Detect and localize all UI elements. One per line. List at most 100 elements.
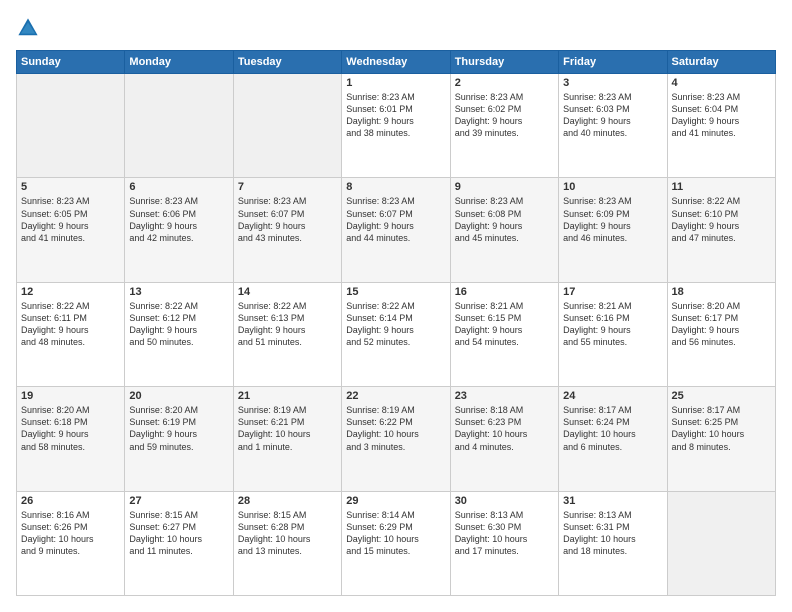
day-number: 29 — [346, 495, 445, 507]
calendar-cell: 20 Sunrise: 8:20 AM Sunset: 6:19 PM Dayli… — [125, 387, 233, 491]
calendar-cell: 28Sunrise: 8:15 AM Sunset: 6:28 PM Dayli… — [233, 491, 341, 595]
calendar-header-monday: Monday — [125, 51, 233, 74]
day-info: Sunrise: 8:15 AM Sunset: 6:27 PM Dayligh… — [129, 509, 228, 558]
calendar-cell — [667, 491, 775, 595]
day-number: 4 — [672, 77, 771, 89]
day-info: Sunrise: 8:23 AM Sunset: 6:07 PM Dayligh… — [238, 195, 337, 244]
calendar-cell: 7 Sunrise: 8:23 AM Sunset: 6:07 PM Daylig… — [233, 178, 341, 282]
calendar-cell: 9Sunrise: 8:23 AM Sunset: 6:08 PM Daylig… — [450, 178, 558, 282]
day-info: Sunrise: 8:22 AM Sunset: 6:13 PM Dayligh… — [238, 300, 337, 349]
day-info: Sunrise: 8:23 AM Sunset: 6:01 PM Dayligh… — [346, 91, 445, 140]
header — [16, 16, 776, 40]
calendar-week-row: 5Sunrise: 8:23 AM Sunset: 6:05 PM Daylig… — [17, 178, 776, 282]
calendar-header-friday: Friday — [559, 51, 667, 74]
calendar-cell: 31Sunrise: 8:13 AM Sunset: 6:31 PM Dayli… — [559, 491, 667, 595]
day-number: 17 — [563, 286, 662, 298]
day-info: Sunrise: 8:14 AM Sunset: 6:29 PM Dayligh… — [346, 509, 445, 558]
day-number: 3 — [563, 77, 662, 89]
day-number: 9 — [455, 181, 554, 193]
day-number: 13 — [129, 286, 228, 298]
day-info: Sunrise: 8:15 AM Sunset: 6:28 PM Dayligh… — [238, 509, 337, 558]
day-info: Sunrise: 8:20 AM Sunset: 6:18 PM Dayligh… — [21, 404, 120, 453]
calendar-cell: 2Sunrise: 8:23 AM Sunset: 6:02 PM Daylig… — [450, 74, 558, 178]
day-number: 8 — [346, 181, 445, 193]
day-number: 30 — [455, 495, 554, 507]
calendar-cell: 14Sunrise: 8:22 AM Sunset: 6:13 PM Dayli… — [233, 282, 341, 386]
day-info: Sunrise: 8:22 AM Sunset: 6:12 PM Dayligh… — [129, 300, 228, 349]
day-number: 5 — [21, 181, 120, 193]
day-number: 1 — [346, 77, 445, 89]
calendar-header-wednesday: Wednesday — [342, 51, 450, 74]
calendar-week-row: 26Sunrise: 8:16 AM Sunset: 6:26 PM Dayli… — [17, 491, 776, 595]
calendar-cell: 5Sunrise: 8:23 AM Sunset: 6:05 PM Daylig… — [17, 178, 125, 282]
day-number: 20 — [129, 390, 228, 402]
calendar-cell: 6 Sunrise: 8:23 AM Sunset: 6:06 PM Daylig… — [125, 178, 233, 282]
day-number: 6 — [129, 181, 228, 193]
calendar-cell: 3 Sunrise: 8:23 AM Sunset: 6:03 PM Daylig… — [559, 74, 667, 178]
calendar-table: SundayMondayTuesdayWednesdayThursdayFrid… — [16, 50, 776, 596]
day-number: 10 — [563, 181, 662, 193]
day-number: 21 — [238, 390, 337, 402]
day-number: 16 — [455, 286, 554, 298]
calendar-cell: 1 Sunrise: 8:23 AM Sunset: 6:01 PM Daylig… — [342, 74, 450, 178]
calendar-header-sunday: Sunday — [17, 51, 125, 74]
calendar-cell: 4 Sunrise: 8:23 AM Sunset: 6:04 PM Daylig… — [667, 74, 775, 178]
calendar-header-saturday: Saturday — [667, 51, 775, 74]
day-info: Sunrise: 8:18 AM Sunset: 6:23 PM Dayligh… — [455, 404, 554, 453]
day-info: Sunrise: 8:23 AM Sunset: 6:09 PM Dayligh… — [563, 195, 662, 244]
day-info: Sunrise: 8:23 AM Sunset: 6:07 PM Dayligh… — [346, 195, 445, 244]
calendar-cell: 27 Sunrise: 8:15 AM Sunset: 6:27 PM Dayli… — [125, 491, 233, 595]
calendar-cell: 23 Sunrise: 8:18 AM Sunset: 6:23 PM Dayli… — [450, 387, 558, 491]
day-number: 23 — [455, 390, 554, 402]
calendar-cell: 17 Sunrise: 8:21 AM Sunset: 6:16 PM Dayli… — [559, 282, 667, 386]
calendar-cell: 10 Sunrise: 8:23 AM Sunset: 6:09 PM Dayli… — [559, 178, 667, 282]
calendar-cell: 16 Sunrise: 8:21 AM Sunset: 6:15 PM Dayli… — [450, 282, 558, 386]
day-info: Sunrise: 8:20 AM Sunset: 6:19 PM Dayligh… — [129, 404, 228, 453]
calendar-cell: 26Sunrise: 8:16 AM Sunset: 6:26 PM Dayli… — [17, 491, 125, 595]
calendar-cell: 24 Sunrise: 8:17 AM Sunset: 6:24 PM Dayli… — [559, 387, 667, 491]
day-number: 27 — [129, 495, 228, 507]
calendar-header-thursday: Thursday — [450, 51, 558, 74]
day-info: Sunrise: 8:22 AM Sunset: 6:10 PM Dayligh… — [672, 195, 771, 244]
day-number: 31 — [563, 495, 662, 507]
day-info: Sunrise: 8:17 AM Sunset: 6:25 PM Dayligh… — [672, 404, 771, 453]
day-number: 22 — [346, 390, 445, 402]
calendar-cell: 18Sunrise: 8:20 AM Sunset: 6:17 PM Dayli… — [667, 282, 775, 386]
calendar-week-row: 19 Sunrise: 8:20 AM Sunset: 6:18 PM Dayli… — [17, 387, 776, 491]
day-info: Sunrise: 8:23 AM Sunset: 6:04 PM Dayligh… — [672, 91, 771, 140]
calendar-cell: 22 Sunrise: 8:19 AM Sunset: 6:22 PM Dayli… — [342, 387, 450, 491]
calendar-cell — [125, 74, 233, 178]
day-info: Sunrise: 8:20 AM Sunset: 6:17 PM Dayligh… — [672, 300, 771, 349]
day-number: 19 — [21, 390, 120, 402]
day-info: Sunrise: 8:17 AM Sunset: 6:24 PM Dayligh… — [563, 404, 662, 453]
calendar-cell — [233, 74, 341, 178]
day-info: Sunrise: 8:19 AM Sunset: 6:22 PM Dayligh… — [346, 404, 445, 453]
day-number: 7 — [238, 181, 337, 193]
calendar-cell: 21 Sunrise: 8:19 AM Sunset: 6:21 PM Dayli… — [233, 387, 341, 491]
calendar-header-tuesday: Tuesday — [233, 51, 341, 74]
day-info: Sunrise: 8:21 AM Sunset: 6:16 PM Dayligh… — [563, 300, 662, 349]
day-number: 24 — [563, 390, 662, 402]
logo-icon — [16, 16, 40, 40]
day-info: Sunrise: 8:23 AM Sunset: 6:02 PM Dayligh… — [455, 91, 554, 140]
day-number: 25 — [672, 390, 771, 402]
day-number: 12 — [21, 286, 120, 298]
day-number: 15 — [346, 286, 445, 298]
calendar-cell — [17, 74, 125, 178]
calendar-cell: 30Sunrise: 8:13 AM Sunset: 6:30 PM Dayli… — [450, 491, 558, 595]
calendar-cell: 29 Sunrise: 8:14 AM Sunset: 6:29 PM Dayli… — [342, 491, 450, 595]
calendar-cell: 12 Sunrise: 8:22 AM Sunset: 6:11 PM Dayli… — [17, 282, 125, 386]
day-info: Sunrise: 8:21 AM Sunset: 6:15 PM Dayligh… — [455, 300, 554, 349]
calendar-cell: 15 Sunrise: 8:22 AM Sunset: 6:14 PM Dayli… — [342, 282, 450, 386]
day-number: 11 — [672, 181, 771, 193]
calendar-cell: 11 Sunrise: 8:22 AM Sunset: 6:10 PM Dayli… — [667, 178, 775, 282]
day-info: Sunrise: 8:23 AM Sunset: 6:06 PM Dayligh… — [129, 195, 228, 244]
calendar-cell: 8 Sunrise: 8:23 AM Sunset: 6:07 PM Daylig… — [342, 178, 450, 282]
page: SundayMondayTuesdayWednesdayThursdayFrid… — [0, 0, 792, 612]
day-info: Sunrise: 8:22 AM Sunset: 6:11 PM Dayligh… — [21, 300, 120, 349]
day-info: Sunrise: 8:22 AM Sunset: 6:14 PM Dayligh… — [346, 300, 445, 349]
calendar-header-row: SundayMondayTuesdayWednesdayThursdayFrid… — [17, 51, 776, 74]
calendar-cell: 19 Sunrise: 8:20 AM Sunset: 6:18 PM Dayli… — [17, 387, 125, 491]
day-info: Sunrise: 8:23 AM Sunset: 6:03 PM Dayligh… — [563, 91, 662, 140]
day-info: Sunrise: 8:19 AM Sunset: 6:21 PM Dayligh… — [238, 404, 337, 453]
